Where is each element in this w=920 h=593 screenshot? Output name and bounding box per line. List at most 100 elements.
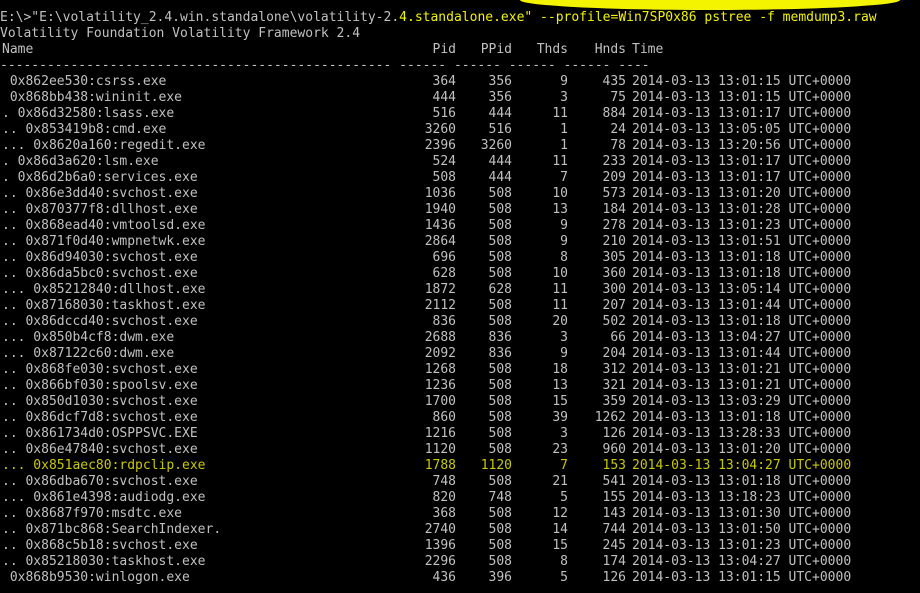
process-ppid: 836 [488, 346, 512, 361]
column-header: Name Pid PPid Thds Hnds Time [0, 42, 920, 58]
process-thds: 5 [560, 490, 568, 505]
process-name: 0x868bb438:wininit.exe [2, 90, 183, 105]
process-hnds: 278 [602, 218, 626, 233]
process-hnds: 321 [602, 378, 626, 393]
process-time: 2014-03-13 13:04:27 UTC+0000 [632, 330, 852, 345]
process-thds: 13 [552, 202, 568, 217]
process-thds: 23 [552, 442, 568, 457]
process-row: .. 0x86dcf7d8:svchost.exe 860 508 39 1262 201… [0, 410, 920, 426]
process-row: 0x868b9530:winlogon.exe 436 396 5 126 2014-03… [0, 570, 920, 586]
process-thds: 39 [552, 410, 568, 425]
process-name: .. 0x853419b8:cmd.exe [2, 122, 167, 137]
process-row: .. 0x850d1030:svchost.exe 1700 508 15 359 201… [0, 394, 920, 410]
process-pid: 2688 [424, 330, 456, 345]
process-name: . 0x86d3a620:lsm.exe [2, 154, 159, 169]
process-time: 2014-03-13 13:01:17 UTC+0000 [632, 170, 852, 185]
process-ppid: 444 [488, 154, 512, 169]
process-thds: 7 [560, 458, 568, 473]
process-row: .. 0x8687f970:msdtc.exe 368 508 12 143 2014-0… [0, 506, 920, 522]
process-ppid: 508 [488, 202, 512, 217]
column-time: Time [632, 42, 664, 57]
process-ppid: 3260 [480, 138, 512, 153]
process-hnds: 126 [602, 426, 626, 441]
process-row: .. 0x86dccd40:svchost.exe 836 508 20 502 2014… [0, 314, 920, 330]
process-row: 0x862ee530:csrss.exe 364 356 9 435 2014-03-13… [0, 74, 920, 90]
process-thds: 13 [552, 378, 568, 393]
process-row: . 0x86d3a620:lsm.exe 524 444 11 233 2014-03-1… [0, 154, 920, 170]
process-time: 2014-03-13 13:01:50 UTC+0000 [632, 522, 852, 537]
process-ppid: 508 [488, 426, 512, 441]
process-row: .. 0x86d94030:svchost.exe 696 508 8 305 2014-… [0, 250, 920, 266]
process-ppid: 836 [488, 330, 512, 345]
process-hnds: 78 [610, 138, 626, 153]
process-pid: 524 [432, 154, 456, 169]
process-pid: 628 [432, 266, 456, 281]
process-thds: 11 [552, 298, 568, 313]
process-thds: 3 [560, 330, 568, 345]
process-row: ... 0x861e4398:audiodg.exe 820 748 5 155 2014… [0, 490, 920, 506]
process-time: 2014-03-13 13:01:23 UTC+0000 [632, 218, 852, 233]
process-pid: 748 [432, 474, 456, 489]
process-ppid: 396 [488, 570, 512, 585]
framework-banner: Volatility Foundation Volatility Framewo… [0, 26, 361, 41]
process-pid: 1236 [424, 378, 456, 393]
process-thds: 9 [560, 218, 568, 233]
process-time: 2014-03-13 13:01:23 UTC+0000 [632, 538, 852, 553]
process-thds: 8 [560, 554, 568, 569]
process-thds: 15 [552, 538, 568, 553]
process-row: .. 0x871f0d40:wmpnetwk.exe 2864 508 9 210 201… [0, 234, 920, 250]
process-thds: 18 [552, 362, 568, 377]
process-time: 2014-03-13 13:01:28 UTC+0000 [632, 202, 852, 217]
process-row: .. 0x866bf030:spoolsv.exe 1236 508 13 321 201… [0, 378, 920, 394]
process-name: ... 0x850b4cf8:dwm.exe [2, 330, 175, 345]
process-hnds: 312 [602, 362, 626, 377]
process-time: 2014-03-13 13:04:27 UTC+0000 [632, 554, 852, 569]
process-ppid: 444 [488, 170, 512, 185]
process-pid: 836 [432, 314, 456, 329]
process-time: 2014-03-13 13:01:51 UTC+0000 [632, 234, 852, 249]
process-ppid: 508 [488, 554, 512, 569]
column-ppid: PPid [480, 42, 512, 57]
process-thds: 11 [552, 282, 568, 297]
process-name: .. 0x86e47840:svchost.exe [2, 442, 198, 457]
process-time: 2014-03-13 13:01:18 UTC+0000 [632, 314, 852, 329]
process-hnds: 204 [602, 346, 626, 361]
process-pid: 2112 [424, 298, 456, 313]
process-hnds: 24 [610, 122, 626, 137]
process-hnds: 153 [602, 458, 626, 473]
process-name: . 0x86d2b6a0:services.exe [2, 170, 198, 185]
process-name: .. 0x86dba670:svchost.exe [2, 474, 198, 489]
process-ppid: 508 [488, 442, 512, 457]
process-hnds: 210 [602, 234, 626, 249]
process-row: .. 0x86da5bc0:svchost.exe 628 508 10 360 2014… [0, 266, 920, 282]
process-row: .. 0x868ead40:vmtoolsd.exe 1436 508 9 278 201… [0, 218, 920, 234]
process-thds: 3 [560, 426, 568, 441]
process-row: ... 0x87122c60:dwm.exe 2092 836 9 204 2014-03… [0, 346, 920, 362]
process-row: ... 0x851aec80:rdpclip.exe 1788 1120 7 153 20… [0, 458, 920, 474]
process-row: .. 0x868fe030:svchost.exe 1268 508 18 312 201… [0, 362, 920, 378]
process-ppid: 508 [488, 314, 512, 329]
process-row: 0x868bb438:wininit.exe 444 356 3 75 2014-03-1… [0, 90, 920, 106]
process-thds: 10 [552, 186, 568, 201]
process-row: .. 0x870377f8:dllhost.exe 1940 508 13 184 201… [0, 202, 920, 218]
highlight-mark [520, 0, 900, 10]
process-hnds: 300 [602, 282, 626, 297]
process-name: .. 0x868c5b18:svchost.exe [2, 538, 198, 553]
process-name: .. 0x8687f970:msdtc.exe [2, 506, 183, 521]
process-row: .. 0x861734d0:OSPPSVC.EXE 1216 508 3 126 2014… [0, 426, 920, 442]
process-name: ... 0x851aec80:rdpclip.exe [2, 458, 206, 473]
process-name: .. 0x87168030:taskhost.exe [2, 298, 206, 313]
process-row: . 0x86d2b6a0:services.exe 508 444 7 209 2014-… [0, 170, 920, 186]
process-row: ... 0x850b4cf8:dwm.exe 2688 836 3 66 2014-03-… [0, 330, 920, 346]
process-name: .. 0x85218030:taskhost.exe [2, 554, 206, 569]
process-row: .. 0x86e3dd40:svchost.exe 1036 508 10 573 201… [0, 186, 920, 202]
process-hnds: 207 [602, 298, 626, 313]
process-hnds: 884 [602, 106, 626, 121]
console-window[interactable]: E:\>"E:\volatility_2.4.win.standalone\vo… [0, 0, 920, 593]
process-row: .. 0x871bc868:SearchIndexer. 2740 508 14 744… [0, 522, 920, 538]
process-hnds: 305 [602, 250, 626, 265]
process-pid: 1396 [424, 538, 456, 553]
column-name: Name [2, 42, 34, 57]
process-thds: 5 [560, 570, 568, 585]
process-thds: 20 [552, 314, 568, 329]
